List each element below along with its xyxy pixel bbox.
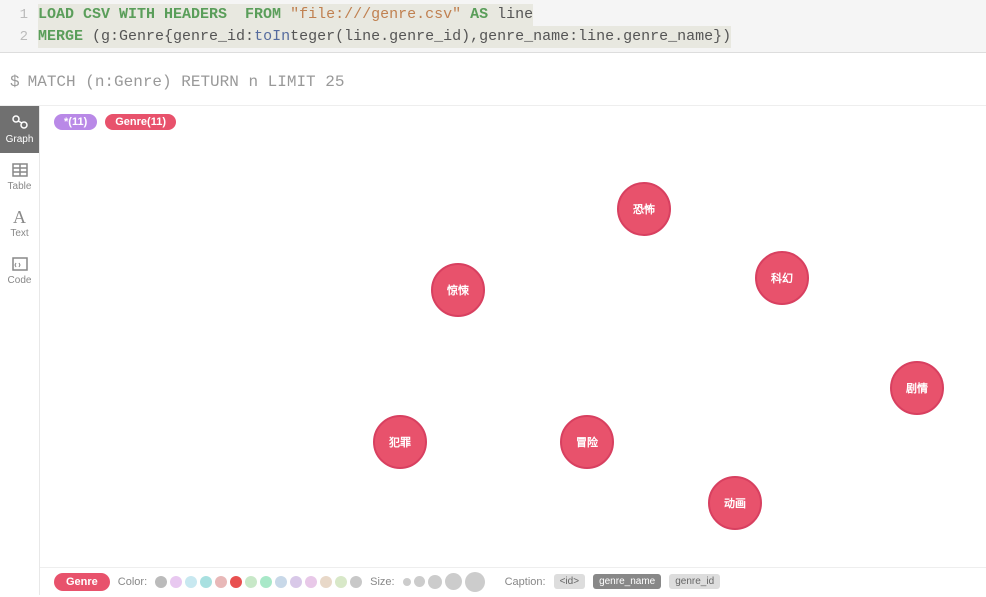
color-label: Color: — [118, 576, 147, 588]
size-swatch[interactable] — [414, 576, 425, 587]
color-swatch[interactable] — [290, 576, 302, 588]
tag-genre[interactable]: Genre(11) — [105, 114, 176, 130]
color-swatch[interactable] — [215, 576, 227, 588]
code-line-2[interactable]: MERGE (g:Genre{genre_id:toInteger(line.g… — [38, 26, 731, 48]
size-swatch[interactable] — [445, 573, 462, 590]
graph-node[interactable]: 犯罪 — [373, 415, 427, 469]
sidebar-label: Code — [8, 275, 32, 286]
caption-id[interactable]: <id> — [554, 574, 585, 589]
query-text: MATCH (n:Genre) RETURN n LIMIT 25 — [28, 73, 345, 91]
sidebar-item-code[interactable]: Code — [0, 247, 39, 294]
sidebar-label: Graph — [6, 134, 34, 145]
color-swatch[interactable] — [185, 576, 197, 588]
color-swatch[interactable] — [275, 576, 287, 588]
size-swatch[interactable] — [403, 578, 411, 586]
graph-node[interactable]: 科幻 — [755, 251, 809, 305]
graph-node[interactable]: 动画 — [708, 476, 762, 530]
size-label: Size: — [370, 576, 394, 588]
color-swatch[interactable] — [335, 576, 347, 588]
sidebar-item-text[interactable]: A Text — [0, 200, 39, 247]
sidebar-item-table[interactable]: Table — [0, 153, 39, 200]
graph-node[interactable]: 恐怖 — [617, 182, 671, 236]
color-swatch[interactable] — [200, 576, 212, 588]
sidebar-item-graph[interactable]: Graph — [0, 106, 39, 153]
color-swatch[interactable] — [245, 576, 257, 588]
color-swatch[interactable] — [230, 576, 242, 588]
sidebar-label: Table — [8, 181, 32, 192]
style-toolbar: Genre Color: Size: Caption: <id> genre_n… — [40, 567, 986, 595]
code-editor: 1 LOAD CSV WITH HEADERS FROM "file:///ge… — [0, 0, 986, 53]
graph-node[interactable]: 冒险 — [560, 415, 614, 469]
query-bar[interactable]: $ MATCH (n:Genre) RETURN n LIMIT 25 — [0, 53, 986, 106]
tag-all[interactable]: *(11) — [54, 114, 97, 130]
graph-viz[interactable]: *(11) Genre(11) 恐怖科幻 惊悚剧情犯罪 冒险动画 Genre Col… — [40, 106, 986, 595]
color-swatch[interactable] — [350, 576, 362, 588]
code-icon — [12, 255, 28, 273]
query-prompt: $ — [10, 73, 20, 91]
caption-genre-id[interactable]: genre_id — [669, 574, 720, 589]
view-sidebar: Graph Table A Text Code — [0, 106, 40, 595]
color-swatch[interactable] — [305, 576, 317, 588]
size-swatch[interactable] — [465, 572, 485, 592]
size-swatch[interactable] — [428, 575, 442, 589]
sidebar-label: Text — [10, 228, 28, 239]
caption-label: Caption: — [505, 576, 546, 588]
label-pill-genre[interactable]: Genre — [54, 573, 110, 591]
graph-node[interactable]: 惊悚 — [431, 263, 485, 317]
graph-node[interactable]: 剧情 — [890, 361, 944, 415]
text-icon: A — [13, 208, 26, 226]
color-swatch[interactable] — [320, 576, 332, 588]
graph-icon — [11, 114, 29, 132]
color-swatch[interactable] — [155, 576, 167, 588]
line-number: 2 — [0, 26, 38, 48]
color-swatch[interactable] — [260, 576, 272, 588]
line-number: 1 — [0, 4, 38, 26]
caption-genre-name[interactable]: genre_name — [593, 574, 661, 589]
color-swatch[interactable] — [170, 576, 182, 588]
code-line-1[interactable]: LOAD CSV WITH HEADERS FROM "file:///genr… — [38, 4, 533, 26]
table-icon — [12, 161, 28, 179]
